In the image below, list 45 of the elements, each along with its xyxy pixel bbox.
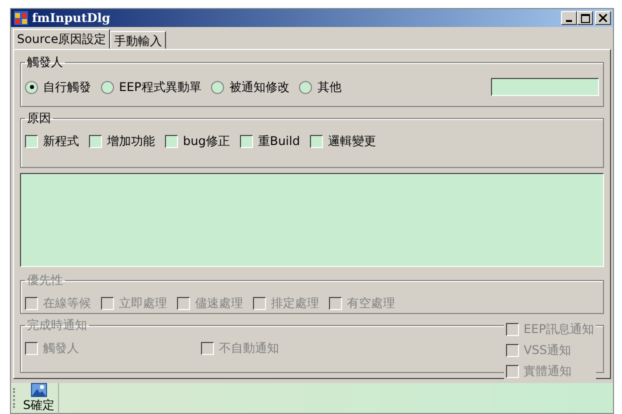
close-icon — [599, 14, 607, 22]
checkbox-label: VSS通知 — [524, 342, 572, 359]
checkbox-label: 實體通知 — [524, 363, 572, 380]
group-title: 優先性 — [26, 272, 64, 289]
checkbox[interactable] — [165, 135, 178, 148]
checkbox-label: 新程式 — [43, 133, 79, 150]
radio-button[interactable] — [211, 80, 224, 94]
grip-handle[interactable] — [13, 388, 17, 408]
checkbox-label: 不自動通知 — [219, 340, 279, 357]
checkbox[interactable] — [89, 135, 102, 148]
group-title: 完成時通知 — [26, 317, 88, 334]
window-title: fmInputDlg — [32, 11, 110, 25]
checkbox-label: 增加功能 — [107, 133, 155, 150]
ok-button[interactable]: S確定 — [20, 382, 59, 414]
checkbox-label: 立即處理 — [119, 295, 167, 312]
tab[interactable]: 手動輸入 — [110, 31, 166, 49]
input-field[interactable] — [491, 78, 599, 96]
checkbox[interactable] — [310, 135, 323, 148]
checkbox[interactable] — [25, 135, 38, 148]
checkbox[interactable] — [240, 135, 253, 148]
checkbox-label: 觸發人 — [43, 340, 79, 357]
checkbox-label: 邏輯變更 — [328, 133, 376, 150]
checkbox-label: 在線等候 — [43, 295, 91, 312]
checkbox-label: bug修正 — [183, 133, 230, 150]
group-title: 原因 — [26, 110, 52, 127]
radio-label: 自行觸發 — [43, 78, 91, 96]
checkbox-label: 排定處理 — [271, 295, 319, 312]
checkbox-label: 重Build — [258, 133, 300, 150]
radio-button[interactable] — [101, 80, 114, 94]
radio-button[interactable] — [299, 80, 312, 94]
checkbox-label: EEP訊息通知 — [524, 321, 594, 338]
close-button[interactable] — [595, 11, 611, 25]
checkbox-label: 有空處理 — [347, 295, 395, 312]
tab[interactable]: Source原因設定 — [13, 29, 110, 49]
group-title: 觸發人 — [26, 54, 64, 71]
radio-button[interactable] — [25, 80, 38, 94]
image-icon — [30, 382, 47, 396]
minimize-button[interactable] — [561, 11, 577, 25]
radio-label: EEP程式異動單 — [119, 78, 202, 96]
checkbox-label: 儘速處理 — [195, 295, 243, 312]
maximize-icon — [580, 14, 590, 22]
app-icon — [13, 10, 29, 26]
radio-label: 被通知修改 — [229, 78, 290, 96]
maximize-button[interactable] — [577, 11, 593, 25]
radio-label: 其他 — [317, 78, 342, 96]
